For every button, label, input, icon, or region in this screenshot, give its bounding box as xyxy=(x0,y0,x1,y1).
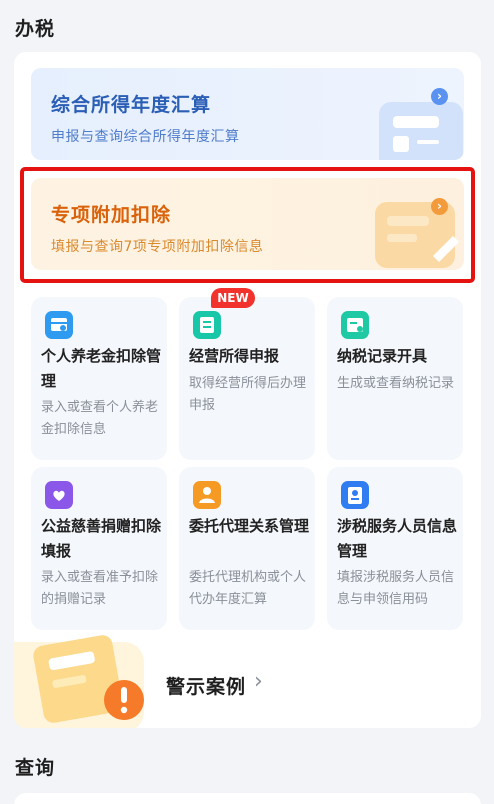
card-pension-deduction[interactable]: 个人养老金扣除管理 录入或查看个人养老金扣除信息 xyxy=(31,297,167,460)
query-panel xyxy=(14,793,481,804)
card-title: 委托代理关系管理 xyxy=(189,517,310,535)
card-business-income[interactable]: 经营所得申报 取得经营所得后办理申报 xyxy=(179,297,315,460)
card-desc: 录入或查看个人养老金扣除信息 xyxy=(41,400,159,437)
section-title-chaxun: 查询 xyxy=(15,757,56,779)
warning-cases-link[interactable]: 警示案例 › xyxy=(14,632,481,728)
chevron-right-icon: › xyxy=(254,669,263,694)
card-desc: 填报涉税服务人员信息与申领信用码 xyxy=(337,570,455,607)
card-desc: 取得经营所得后办理申报 xyxy=(189,376,307,413)
warning-cases-label: 警示案例 xyxy=(166,676,247,698)
agent-delegation-icon xyxy=(193,481,221,509)
card-title: 个人养老金扣除管理 xyxy=(41,347,162,390)
card-desc: 生成或查看纳税记录 xyxy=(337,376,455,391)
card-title: 经营所得申报 xyxy=(189,347,280,365)
tax-services-panel: 综合所得年度汇算 申报与查询综合所得年度汇算 › 专项附加扣除 填报与查询7项专… xyxy=(14,52,481,728)
special-deduction-banner[interactable]: 专项附加扣除 填报与查询7项专项附加扣除信息 › xyxy=(31,178,464,270)
annual-settlement-title: 综合所得年度汇算 xyxy=(51,94,212,116)
special-deduction-title: 专项附加扣除 xyxy=(51,204,172,226)
card-service-staff[interactable]: 涉税服务人员信息管理 填报涉税服务人员信息与申领信用码 xyxy=(327,467,463,630)
card-desc: 录入或查看准予扣除的捐赠记录 xyxy=(41,570,159,607)
business-income-icon xyxy=(193,311,221,339)
document-edit-illustration-icon xyxy=(375,202,459,268)
calculator-illustration-icon xyxy=(379,102,463,160)
card-agent-delegation[interactable]: 委托代理关系管理 委托代理机构或个人代办年度汇算 xyxy=(179,467,315,630)
annual-settlement-desc: 申报与查询综合所得年度汇算 xyxy=(51,129,240,145)
card-desc: 委托代理机构或个人代办年度汇算 xyxy=(189,570,307,607)
tax-record-icon xyxy=(341,311,369,339)
chevron-right-icon: › xyxy=(431,88,448,105)
warning-clipboard-illustration-icon xyxy=(14,635,144,728)
card-title: 纳税记录开具 xyxy=(337,347,428,365)
pension-card-icon xyxy=(45,311,73,339)
service-staff-icon xyxy=(341,481,369,509)
card-tax-record[interactable]: 纳税记录开具 生成或查看纳税记录 xyxy=(327,297,463,460)
charity-donation-icon xyxy=(45,481,73,509)
card-title: 涉税服务人员信息管理 xyxy=(337,517,458,560)
section-title-banshui: 办税 xyxy=(15,18,56,40)
new-badge: NEW xyxy=(211,288,255,308)
chevron-right-icon: › xyxy=(431,198,448,215)
annual-settlement-banner[interactable]: 综合所得年度汇算 申报与查询综合所得年度汇算 › xyxy=(31,68,464,160)
card-charity-donation[interactable]: 公益慈善捐赠扣除填报 录入或查看准予扣除的捐赠记录 xyxy=(31,467,167,630)
card-title: 公益慈善捐赠扣除填报 xyxy=(41,517,162,560)
special-deduction-desc: 填报与查询7项专项附加扣除信息 xyxy=(51,239,264,255)
